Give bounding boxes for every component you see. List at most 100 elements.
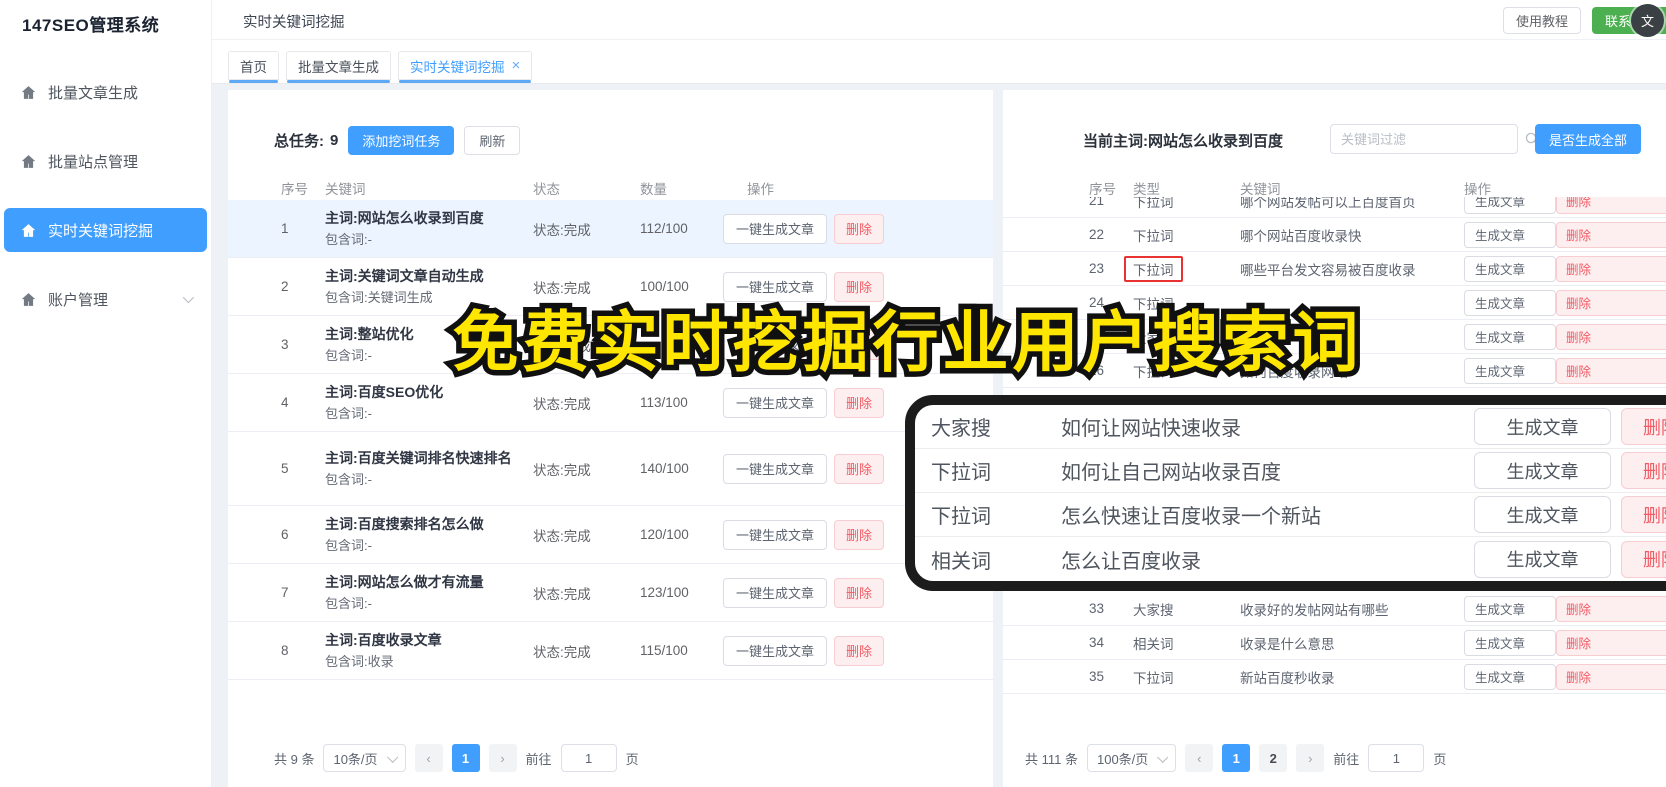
pager-prev[interactable]: ‹: [414, 744, 443, 772]
keyword-row[interactable]: 35 下拉词 新站百度秒收录 生成文章 删除: [1003, 660, 1666, 694]
pager-page-2[interactable]: 2: [1259, 744, 1288, 772]
sidebar-item-keyword-mining[interactable]: 实时关键词挖掘: [4, 208, 207, 252]
current-keyword-title: 当前主词:网站怎么收录到百度: [1083, 130, 1283, 151]
delete-button[interactable]: 删除: [1621, 408, 1666, 445]
keyword-row[interactable]: 22 下拉词 哪个网站百度收录快 生成文章 删除: [1003, 218, 1666, 252]
delete-button[interactable]: 删除: [834, 213, 885, 244]
tab-keyword-mining[interactable]: 实时关键词挖掘 ×: [398, 51, 533, 83]
generate-article-button[interactable]: 生成文章: [1464, 197, 1556, 214]
task-row[interactable]: 7 主词:网站怎么做才有流量 包含词:- 状态:完成 123/100 一键生成文章 删除: [228, 564, 993, 622]
sidebar-item-article-gen[interactable]: 批量文章生成: [4, 70, 207, 114]
pager-page-1[interactable]: 1: [1222, 744, 1251, 772]
generate-cell: 生成文章: [1464, 255, 1556, 282]
tab-bar: 首页 批量文章生成 实时关键词挖掘 ×: [212, 40, 1666, 84]
add-task-button[interactable]: 添加挖词任务: [348, 126, 455, 155]
translate-extension-icon[interactable]: 文: [1631, 4, 1664, 37]
task-row[interactable]: 5 主词:百度关键词排名快速排名 包含词:- 状态:完成 140/100 一键生成文章 删除: [228, 432, 993, 506]
delete-button[interactable]: 删除: [1621, 496, 1666, 533]
delete-button[interactable]: 删除: [1556, 595, 1666, 622]
task-main-keyword: 主词:关键词文章自动生成: [325, 268, 484, 284]
generate-article-button[interactable]: 一键生成文章: [723, 387, 828, 418]
page-size-value: 100条/页: [1096, 751, 1149, 767]
task-row[interactable]: 6 主词:百度搜索排名怎么做 包含词:- 状态:完成 120/100 一键生成文章 删除: [228, 506, 993, 564]
refresh-button[interactable]: 刷新: [464, 126, 521, 155]
task-main-keyword: 主词:百度收录文章: [325, 632, 442, 648]
chevron-down-icon: [1157, 751, 1169, 763]
goto-page-input[interactable]: [560, 744, 617, 772]
delete-cell: 删除: [1621, 496, 1666, 533]
task-row[interactable]: 1 主词:网站怎么收录到百度 包含词:- 状态:完成 112/100 一键生成文章 删除: [228, 200, 993, 258]
keyword-row[interactable]: 21 下拉词 哪个网站发帖可以上百度首页 生成文章 删除: [1003, 197, 1666, 218]
delete-button[interactable]: 删除: [1556, 323, 1666, 350]
keyword-text: 收录是什么意思: [1240, 636, 1335, 652]
generate-article-button[interactable]: 生成文章: [1464, 323, 1556, 350]
keyword-filter-input[interactable]: [1331, 131, 1525, 147]
delete-cell: 删除: [1556, 255, 1666, 282]
page-unit-label: 页: [1433, 751, 1447, 767]
tab-home[interactable]: 首页: [228, 51, 279, 83]
generate-article-button[interactable]: 生成文章: [1474, 496, 1611, 533]
delete-button[interactable]: 删除: [1556, 357, 1666, 384]
pager-next[interactable]: ›: [1296, 744, 1325, 772]
task-main-keyword: 主词:百度关键词排名快速排名: [325, 450, 512, 466]
tab-article-gen[interactable]: 批量文章生成: [286, 51, 391, 83]
sidebar: 147SEO管理系统 批量文章生成 批量站点管理 实时关键词挖掘 账户管理: [0, 0, 212, 787]
generate-article-button[interactable]: 一键生成文章: [723, 577, 828, 608]
delete-button[interactable]: 删除: [1556, 255, 1666, 282]
close-icon[interactable]: ×: [512, 58, 521, 73]
generate-article-button[interactable]: 一键生成文章: [723, 519, 828, 550]
generate-article-button[interactable]: 生成文章: [1464, 663, 1556, 690]
task-status: 状态:完成: [533, 396, 591, 412]
delete-button[interactable]: 删除: [1621, 452, 1666, 489]
task-keyword-cell: 主词:网站怎么收录到百度 包含词:-: [325, 200, 533, 257]
delete-cell: 删除: [1621, 540, 1666, 578]
delete-button[interactable]: 删除: [834, 519, 885, 550]
generate-article-button[interactable]: 生成文章: [1464, 221, 1556, 248]
generate-article-button[interactable]: 生成文章: [1464, 255, 1556, 282]
generate-article-button[interactable]: 生成文章: [1474, 408, 1611, 445]
delete-button[interactable]: 删除: [1556, 197, 1666, 214]
magnifier-inset: 大家搜如何让网站快速收录生成文章删除下拉词如何让自己网站收录百度生成文章删除下拉…: [905, 395, 1666, 591]
generate-article-button[interactable]: 生成文章: [1464, 289, 1556, 316]
delete-button[interactable]: 删除: [834, 635, 885, 666]
generate-article-button[interactable]: 一键生成文章: [723, 213, 828, 244]
generate-article-button[interactable]: 生成文章: [1474, 540, 1611, 578]
generate-cell: 生成文章: [1464, 595, 1556, 622]
keyword-row[interactable]: 23 下拉词 哪些平台发文容易被百度收录 生成文章 删除: [1003, 252, 1666, 286]
delete-button[interactable]: 删除: [834, 453, 885, 484]
delete-button[interactable]: 删除: [1621, 540, 1666, 578]
generate-article-button[interactable]: 一键生成文章: [723, 635, 828, 666]
delete-button[interactable]: 删除: [834, 577, 885, 608]
keyword-row[interactable]: 34 相关词 收录是什么意思 生成文章 删除: [1003, 626, 1666, 660]
generate-article-button[interactable]: 生成文章: [1464, 595, 1556, 622]
pager-next[interactable]: ›: [488, 744, 517, 772]
task-main-keyword: 主词:网站怎么做才有流量: [325, 574, 484, 590]
page-size-select[interactable]: 100条/页: [1086, 744, 1177, 772]
page-size-select[interactable]: 10条/页: [323, 744, 406, 772]
delete-button[interactable]: 删除: [1556, 629, 1666, 656]
task-row[interactable]: 8 主词:百度收录文章 包含词:收录 状态:完成 115/100 一键生成文章 删除: [228, 622, 993, 680]
magnified-keyword-row: 相关词 怎么让百度收录 生成文章删除: [915, 537, 1666, 581]
keyword-type-cell: 相关词: [931, 550, 991, 573]
keyword-row[interactable]: 33 大家搜 收录好的发帖网站有哪些 生成文章 删除: [1003, 592, 1666, 626]
magnified-keyword-row: 下拉词 如何让自己网站收录百度 生成文章删除: [915, 449, 1666, 493]
sidebar-item-site-mgmt[interactable]: 批量站点管理: [4, 139, 207, 183]
row-number: 22: [1089, 227, 1105, 242]
generate-all-button[interactable]: 是否生成全部: [1535, 124, 1642, 154]
delete-button[interactable]: 删除: [834, 387, 885, 418]
goto-page-input[interactable]: [1368, 744, 1425, 772]
pager-page-1[interactable]: 1: [451, 744, 480, 772]
keyword-type-cell: 大家搜: [931, 418, 991, 440]
pager-prev[interactable]: ‹: [1185, 744, 1214, 772]
generate-article-button[interactable]: 生成文章: [1464, 357, 1556, 384]
tutorial-button[interactable]: 使用教程: [1503, 7, 1581, 34]
delete-button[interactable]: 删除: [1556, 289, 1666, 316]
generate-article-button[interactable]: 一键生成文章: [723, 453, 828, 484]
generate-article-button[interactable]: 生成文章: [1474, 452, 1611, 489]
delete-button[interactable]: 删除: [1556, 221, 1666, 248]
delete-cell: 删除: [1621, 408, 1666, 445]
generate-article-button[interactable]: 生成文章: [1464, 629, 1556, 656]
delete-button[interactable]: 删除: [1556, 663, 1666, 690]
goto-label: 前往: [1333, 751, 1360, 767]
sidebar-item-account[interactable]: 账户管理: [4, 277, 207, 321]
